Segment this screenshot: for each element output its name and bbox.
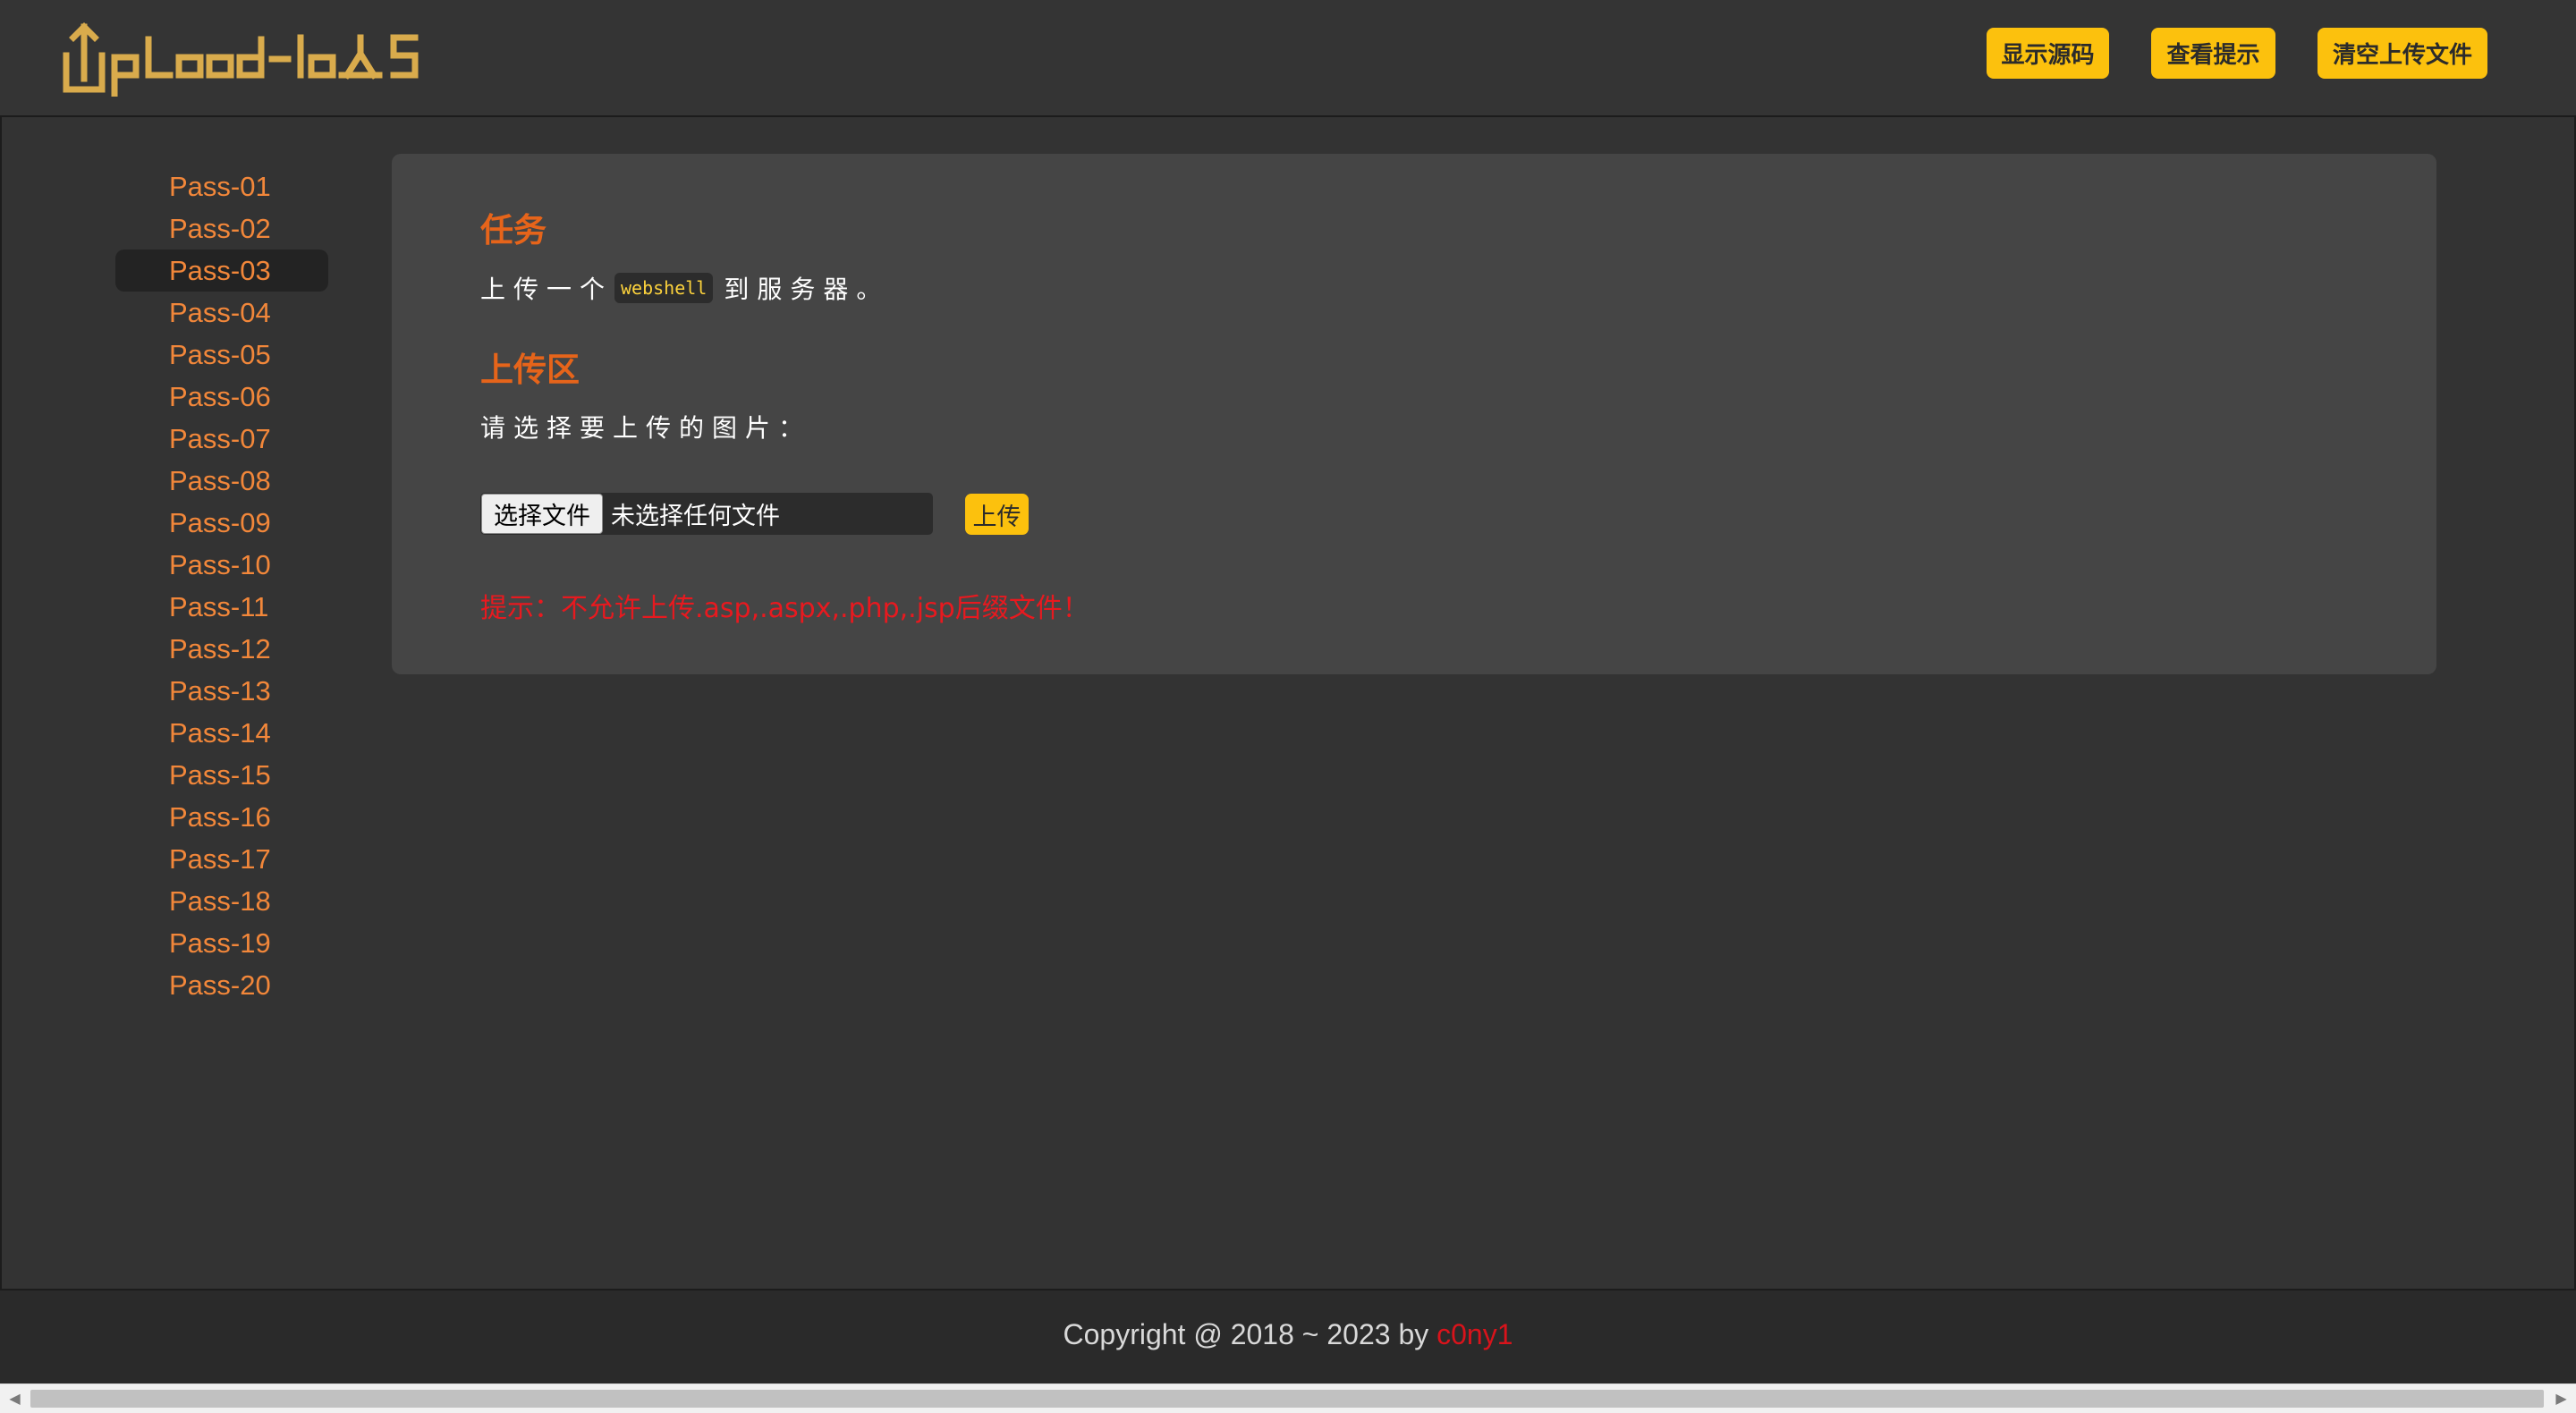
sidebar-item-pass-09[interactable]: Pass-09 [115,502,328,544]
sidebar-item-pass-16[interactable]: Pass-16 [115,796,328,838]
task-description: 上传一个 webshell 到服务器。 [480,270,889,306]
sidebar-item-pass-05[interactable]: Pass-05 [115,334,328,376]
sidebar-item-pass-11[interactable]: Pass-11 [115,586,328,628]
header: 显示源码 查看提示 清空上传文件 [0,0,2576,117]
sidebar-item-pass-08[interactable]: Pass-08 [115,460,328,502]
sidebar-item-pass-18[interactable]: Pass-18 [115,880,328,922]
task-text-after: 到服务器。 [724,275,890,304]
copyright-line: Copyright @ 2018 ~ 2023 by c0ny1 [1063,1318,1513,1351]
sidebar-item-pass-15[interactable]: Pass-15 [115,754,328,796]
sidebar-nav: Pass-01 Pass-02 Pass-03 Pass-04 Pass-05 Pass-… [115,165,328,1006]
sidebar-item-pass-14[interactable]: Pass-14 [115,712,328,754]
task-text-before: 上传一个 [480,275,614,304]
sidebar-item-pass-20[interactable]: Pass-20 [115,964,328,1006]
sidebar-item-pass-10[interactable]: Pass-10 [115,544,328,586]
webshell-code: webshell [614,273,714,303]
sidebar-item-pass-07[interactable]: Pass-07 [115,418,328,460]
upload-submit-button[interactable]: 上传 [965,494,1029,535]
scrollbar-thumb[interactable] [30,1390,2544,1408]
choose-image-label: 请选择要上传的图片： [480,413,812,443]
sidebar-item-pass-13[interactable]: Pass-13 [115,670,328,712]
content-panel: 任务 上传一个 webshell 到服务器。 上传区 请选择要上传的图片： 选择… [392,154,2436,674]
footer: Copyright @ 2018 ~ 2023 by c0ny1 [0,1290,2576,1383]
copyright-text: Copyright @ 2018 ~ 2023 by [1063,1317,1437,1350]
upload-labs-logo[interactable] [63,20,474,97]
sidebar-item-pass-03[interactable]: Pass-03 [115,250,328,292]
upload-tip: 提示：不允许上传.asp,.aspx,.php,.jsp后缀文件！ [480,593,1089,624]
choose-file-button[interactable]: 选择文件 [481,494,603,534]
scroll-left-icon[interactable]: ◀ [0,1384,30,1413]
sidebar-item-pass-12[interactable]: Pass-12 [115,628,328,670]
view-hint-button[interactable]: 查看提示 [2151,28,2275,79]
sidebar-item-pass-19[interactable]: Pass-19 [115,922,328,964]
main-area: Pass-01 Pass-02 Pass-03 Pass-04 Pass-05 Pass-… [0,117,2576,1290]
clear-uploads-button[interactable]: 清空上传文件 [2318,28,2487,79]
sidebar-item-pass-01[interactable]: Pass-01 [115,165,328,207]
file-input[interactable]: 选择文件 未选择任何文件 [480,493,933,535]
task-title: 任务 [480,211,547,250]
sidebar-item-pass-02[interactable]: Pass-02 [115,207,328,250]
scroll-right-icon[interactable]: ▶ [2546,1384,2576,1413]
author-link[interactable]: c0ny1 [1436,1318,1513,1350]
sidebar-item-pass-06[interactable]: Pass-06 [115,376,328,418]
sidebar-item-pass-04[interactable]: Pass-04 [115,292,328,334]
upload-title: 上传区 [480,351,580,389]
horizontal-scrollbar[interactable]: ◀ ▶ [0,1383,2576,1413]
show-source-button[interactable]: 显示源码 [1987,28,2109,79]
file-status: 未选择任何文件 [611,503,780,530]
sidebar-item-pass-17[interactable]: Pass-17 [115,838,328,880]
